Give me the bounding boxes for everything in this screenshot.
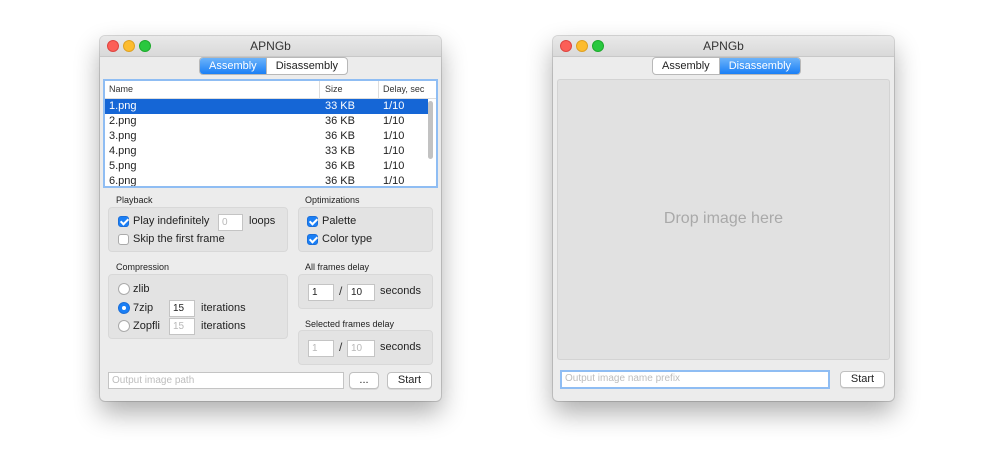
table-row[interactable]: 6.png 36 KB 1/10 <box>105 174 428 187</box>
row-size: 33 KB <box>325 100 355 112</box>
output-path-input[interactable]: Output image path <box>108 372 344 389</box>
tab-disassembly[interactable]: Disassembly <box>718 58 801 74</box>
zopfli-iterations-label: iterations <box>201 320 246 332</box>
row-size: 33 KB <box>325 145 355 157</box>
column-header-name[interactable]: Name <box>109 84 133 94</box>
assembly-window: APNGb Assembly Disassembly Name Size Del… <box>100 36 441 401</box>
row-delay: 1/10 <box>383 130 405 142</box>
row-name: 4.png <box>109 145 137 157</box>
window-title: APNGb <box>250 39 291 53</box>
tab-assembly[interactable]: Assembly <box>653 58 719 74</box>
row-size: 36 KB <box>325 175 355 187</box>
row-name: 5.png <box>109 160 137 172</box>
all-frames-delay-title: All frames delay <box>305 262 370 272</box>
zoom-button[interactable] <box>139 40 151 52</box>
color-type-checkbox[interactable] <box>307 234 318 245</box>
table-header: Name Size Delay, sec <box>105 81 436 99</box>
selected-frames-delay-group: 1 / 10 seconds <box>298 330 433 365</box>
7zip-iterations-input[interactable]: 15 <box>169 300 195 317</box>
row-delay: 1/10 <box>383 175 405 187</box>
loops-label: loops <box>249 215 276 227</box>
table-row[interactable]: 5.png 36 KB 1/10 <box>105 159 428 174</box>
start-button[interactable]: Start <box>840 371 885 388</box>
zoom-button[interactable] <box>592 40 604 52</box>
minimize-button[interactable] <box>576 40 588 52</box>
7zip-radio[interactable] <box>118 302 130 314</box>
loops-input[interactable]: 0 <box>218 214 243 231</box>
optimizations-title: Optimizations <box>305 195 360 205</box>
start-button[interactable]: Start <box>387 372 432 389</box>
row-delay: 1/10 <box>383 100 405 112</box>
skip-first-frame-checkbox[interactable] <box>118 234 129 245</box>
playback-group: Play indefinitely 0 loops Skip the first… <box>108 207 288 252</box>
frames-table[interactable]: Name Size Delay, sec 1.png 33 KB 1/10 2.… <box>103 79 438 188</box>
zopfli-iterations-input[interactable]: 15 <box>169 318 195 335</box>
selected-delay-unit: seconds <box>380 341 421 353</box>
row-name: 6.png <box>109 175 137 187</box>
color-type-label[interactable]: Color type <box>322 233 372 245</box>
palette-checkbox[interactable] <box>307 216 318 227</box>
table-row[interactable]: 1.png 33 KB 1/10 <box>105 99 428 114</box>
close-button[interactable] <box>107 40 119 52</box>
zopfli-radio[interactable] <box>118 320 130 332</box>
drop-zone[interactable]: Drop image here <box>557 79 890 360</box>
selected-delay-separator: / <box>339 340 343 354</box>
column-header-size[interactable]: Size <box>325 84 343 94</box>
optimizations-group: Palette Color type <box>298 207 433 252</box>
mode-tabs: Assembly Disassembly <box>199 57 349 75</box>
row-name: 1.png <box>109 100 137 112</box>
skip-first-frame-label[interactable]: Skip the first frame <box>133 233 225 245</box>
7zip-iterations-label: iterations <box>201 302 246 314</box>
compression-title: Compression <box>116 262 170 272</box>
zopfli-label[interactable]: Zopfli <box>133 320 160 332</box>
close-button[interactable] <box>560 40 572 52</box>
window-title: APNGb <box>703 39 744 53</box>
playback-title: Playback <box>116 195 153 205</box>
drop-zone-text: Drop image here <box>663 210 784 227</box>
zlib-radio[interactable] <box>118 283 130 295</box>
row-delay: 1/10 <box>383 145 405 157</box>
palette-label[interactable]: Palette <box>322 215 356 227</box>
row-delay: 1/10 <box>383 115 405 127</box>
row-size: 36 KB <box>325 160 355 172</box>
row-size: 36 KB <box>325 115 355 127</box>
column-header-delay[interactable]: Delay, sec <box>383 84 424 94</box>
table-row[interactable]: 4.png 33 KB 1/10 <box>105 144 428 159</box>
row-size: 36 KB <box>325 130 355 142</box>
column-divider[interactable] <box>378 81 379 98</box>
minimize-button[interactable] <box>123 40 135 52</box>
table-scrollbar[interactable] <box>428 101 433 159</box>
table-row[interactable]: 3.png 36 KB 1/10 <box>105 129 428 144</box>
all-delay-unit: seconds <box>380 285 421 297</box>
all-delay-numerator-input[interactable]: 1 <box>308 284 334 301</box>
column-divider[interactable] <box>319 81 320 98</box>
all-delay-separator: / <box>339 284 343 298</box>
selected-delay-denominator-input[interactable]: 10 <box>347 340 375 357</box>
selected-delay-numerator-input[interactable]: 1 <box>308 340 334 357</box>
all-delay-denominator-input[interactable]: 10 <box>347 284 375 301</box>
table-row[interactable]: 2.png 36 KB 1/10 <box>105 114 428 129</box>
mode-tabs: Assembly Disassembly <box>652 57 802 75</box>
disassembly-window: APNGb Assembly Disassembly Drop image he… <box>553 36 894 401</box>
output-prefix-input[interactable]: Output image name prefix <box>560 370 830 389</box>
zlib-label[interactable]: zlib <box>133 283 150 295</box>
browse-button[interactable]: ... <box>349 372 379 389</box>
tab-disassembly[interactable]: Disassembly <box>265 58 347 74</box>
tab-assembly[interactable]: Assembly <box>200 58 266 74</box>
row-name: 3.png <box>109 130 137 142</box>
selected-frames-delay-title: Selected frames delay <box>305 319 395 329</box>
all-frames-delay-group: 1 / 10 seconds <box>298 274 433 309</box>
play-indefinitely-label[interactable]: Play indefinitely <box>133 215 209 227</box>
title-bar[interactable]: APNGb <box>100 36 441 57</box>
compression-group: zlib 7zip 15 iterations Zopfli 15 iterat… <box>108 274 288 339</box>
7zip-label[interactable]: 7zip <box>133 302 153 314</box>
title-bar[interactable]: APNGb <box>553 36 894 57</box>
play-indefinitely-checkbox[interactable] <box>118 216 129 227</box>
row-name: 2.png <box>109 115 137 127</box>
row-delay: 1/10 <box>383 160 405 172</box>
